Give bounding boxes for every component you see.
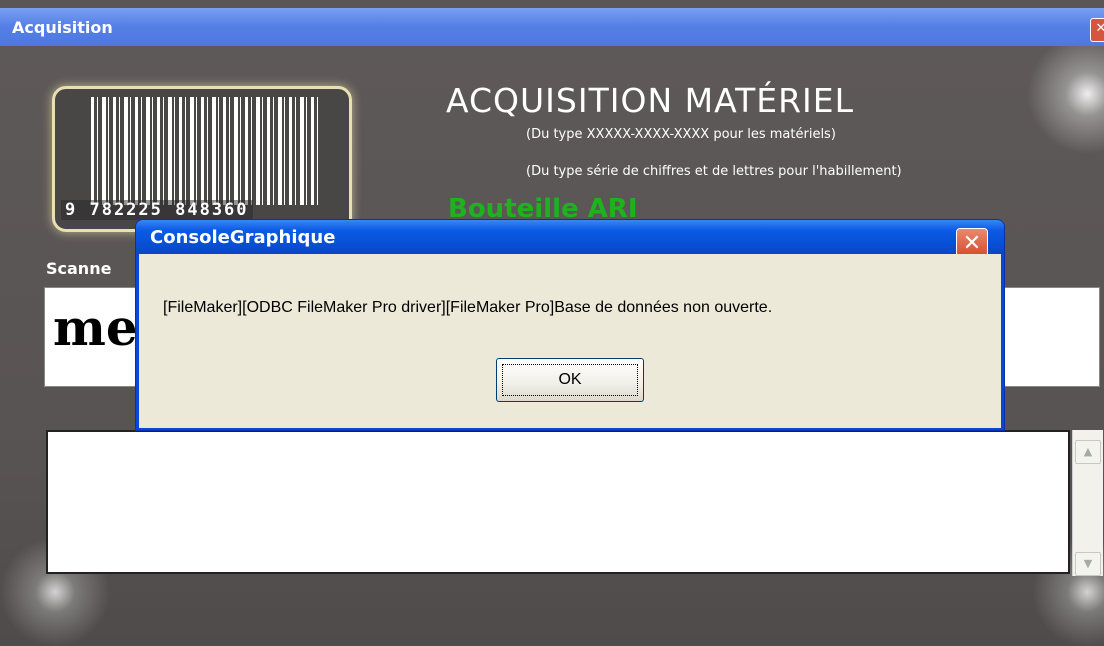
scroll-down-icon[interactable]: ▼: [1075, 552, 1101, 576]
window-title: Acquisition: [12, 18, 113, 37]
ok-button[interactable]: OK: [496, 358, 644, 402]
item-type-label: Bouteille ARI: [448, 194, 638, 218]
dialog-body: [FileMaker][ODBC FileMaker Pro driver][F…: [139, 254, 1001, 428]
barcode-logo: 9 782225 848360: [52, 86, 352, 232]
log-scrollbar[interactable]: ▲ ▼: [1072, 430, 1103, 576]
dialog-titlebar[interactable]: ConsoleGraphique ✕: [136, 220, 1004, 260]
page-title: ACQUISITION MATÉRIEL: [446, 81, 855, 120]
barcode-icon: [91, 97, 321, 205]
log-textarea[interactable]: [46, 430, 1070, 574]
dialog-message: [FileMaker][ODBC FileMaker Pro driver][F…: [163, 299, 773, 316]
scan-label: Scanne: [46, 259, 112, 278]
hint-material-format: (Du type XXXXX-XXXX-XXXX pour les matéri…: [526, 127, 836, 142]
scroll-up-icon[interactable]: ▲: [1075, 440, 1101, 464]
ok-button-label: OK: [502, 364, 638, 396]
error-dialog: ConsoleGraphique ✕ [FileMaker][ODBC File…: [136, 220, 1004, 430]
close-icon[interactable]: ✕: [1090, 18, 1104, 42]
hint-clothing-format: (Du type série de chiffres et de lettres…: [526, 164, 902, 179]
acquisition-window: Acquisition ✕ 9 782225 848360 ACQUISITIO…: [0, 0, 1104, 646]
barcode-number: 9 782225 848360: [61, 200, 253, 220]
dialog-title: ConsoleGraphique: [150, 227, 336, 248]
main-titlebar[interactable]: [0, 8, 1104, 46]
